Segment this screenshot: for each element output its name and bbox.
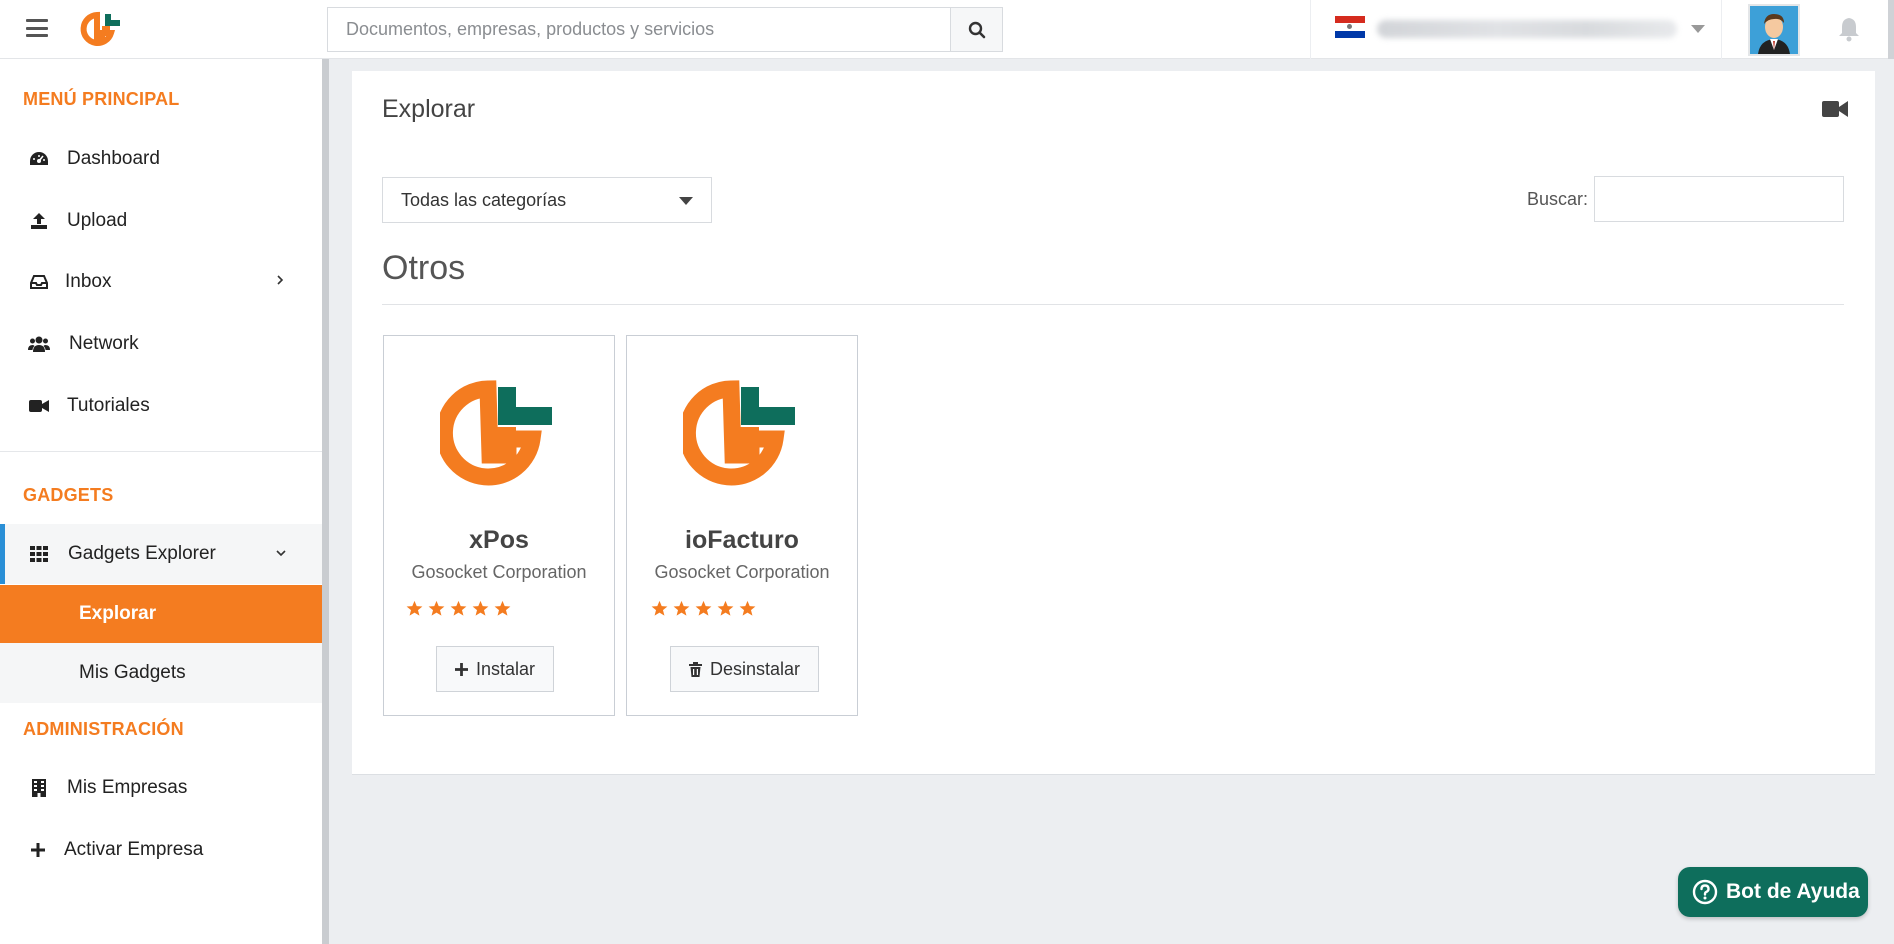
chevron-down-icon xyxy=(275,545,287,563)
paraguay-flag-icon xyxy=(1335,16,1365,38)
star-icon xyxy=(673,600,690,616)
chevron-right-icon xyxy=(275,273,285,291)
help-bot-label: Bot de Ayuda xyxy=(1726,880,1860,903)
sidebar: MENÚ PRINCIPAL Dashboard Upload Inbox Ne… xyxy=(0,59,322,944)
sidebar-item-label: Explorar xyxy=(79,603,157,624)
company-selector[interactable] xyxy=(1310,0,1722,59)
rating-stars xyxy=(651,600,756,617)
star-icon xyxy=(651,600,668,616)
star-icon xyxy=(494,600,511,616)
gadget-name: xPos xyxy=(469,526,529,554)
sidebar-item-label: Dashboard xyxy=(67,148,160,169)
sidebar-item-label: Tutoriales xyxy=(67,395,150,416)
install-button-label: Instalar xyxy=(476,658,536,679)
section-heading: Otros xyxy=(382,249,466,287)
section-title-gadgets: GADGETS xyxy=(23,485,114,505)
caret-down-icon xyxy=(1691,25,1705,33)
upload-icon xyxy=(28,211,50,231)
hamburger-menu-icon[interactable] xyxy=(26,19,48,37)
company-name-blurred xyxy=(1377,20,1677,38)
page-scrollbar[interactable] xyxy=(1888,0,1894,59)
video-camera-icon xyxy=(28,396,50,416)
category-select-value: Todas las categorías xyxy=(401,190,567,210)
sidebar-item-activar-empresa[interactable]: Activar Empresa xyxy=(0,824,322,876)
caret-down-icon xyxy=(679,197,693,205)
sidebar-item-dashboard[interactable]: Dashboard xyxy=(0,133,322,185)
star-icon xyxy=(739,600,756,616)
sidebar-item-label: Mis Gadgets xyxy=(79,662,186,683)
video-camera-icon[interactable] xyxy=(1822,99,1848,119)
search-label: Buscar: xyxy=(1527,189,1589,209)
help-bot-button[interactable]: Bot de Ayuda xyxy=(1678,867,1868,917)
sidebar-subitem-mis-gadgets[interactable]: Mis Gadgets xyxy=(0,643,322,703)
gosocket-logo xyxy=(440,380,552,486)
plus-icon xyxy=(27,840,49,860)
plus-icon xyxy=(455,662,468,676)
search-button[interactable] xyxy=(950,8,1002,51)
star-icon xyxy=(717,600,734,616)
section-title-main-menu: MENÚ PRINCIPAL xyxy=(23,89,180,109)
section-title-administracion: ADMINISTRACIÓN xyxy=(23,719,184,739)
search-icon xyxy=(968,21,985,38)
uninstall-button[interactable]: Desinstalar xyxy=(670,646,820,692)
trash-icon xyxy=(689,661,702,677)
top-bar xyxy=(0,0,1894,59)
gadget-search-input[interactable] xyxy=(1594,176,1844,222)
dashboard-gauge-icon xyxy=(28,149,50,169)
sidebar-item-label: Upload xyxy=(67,210,128,231)
grid-icon xyxy=(28,544,50,564)
users-group-icon xyxy=(28,334,50,354)
sidebar-item-label: Inbox xyxy=(65,271,112,292)
sidebar-item-upload[interactable]: Upload xyxy=(0,195,322,247)
gadget-vendor: Gosocket Corporation xyxy=(411,562,587,582)
star-icon xyxy=(472,600,489,616)
section-divider xyxy=(382,304,1844,305)
inbox-icon xyxy=(28,272,50,292)
rating-stars xyxy=(406,600,511,617)
explore-panel: Explorar Todas las categorías Buscar: Ot… xyxy=(352,71,1875,775)
sidebar-item-mis-empresas[interactable]: Mis Empresas xyxy=(0,762,322,814)
sidebar-item-inbox[interactable]: Inbox xyxy=(0,256,322,308)
category-select[interactable]: Todas las categorías xyxy=(382,177,712,223)
gadget-vendor: Gosocket Corporation xyxy=(654,562,830,582)
sidebar-scrollbar[interactable] xyxy=(322,59,329,944)
question-circle-icon xyxy=(1692,879,1718,905)
sidebar-item-network[interactable]: Network xyxy=(0,318,322,370)
star-icon xyxy=(406,600,423,616)
star-icon xyxy=(695,600,712,616)
global-search xyxy=(327,7,1003,52)
gadget-name: ioFacturo xyxy=(685,526,799,554)
sidebar-item-label: Mis Empresas xyxy=(67,777,188,798)
gosocket-logo xyxy=(683,380,795,486)
star-icon xyxy=(428,600,445,616)
install-button[interactable]: Instalar xyxy=(436,646,555,692)
sidebar-item-label: Network xyxy=(69,333,139,354)
gadget-card-xpos[interactable]: xPos Gosocket Corporation Instalar xyxy=(383,335,615,716)
sidebar-item-tutoriales[interactable]: Tutoriales xyxy=(0,380,322,432)
user-avatar[interactable] xyxy=(1748,4,1800,56)
uninstall-button-label: Desinstalar xyxy=(710,658,801,679)
bell-notification-icon[interactable] xyxy=(1836,16,1862,42)
gosocket-logo[interactable] xyxy=(78,11,124,47)
search-input[interactable] xyxy=(328,8,950,51)
sidebar-item-gadgets-explorer[interactable]: Gadgets Explorer xyxy=(0,524,322,584)
sidebar-divider xyxy=(0,451,322,452)
sidebar-item-label: Activar Empresa xyxy=(64,839,204,860)
page-title: Explorar xyxy=(382,95,476,123)
sidebar-subitem-explorar[interactable]: Explorar xyxy=(0,585,322,643)
building-icon xyxy=(28,778,50,798)
gadget-card-iofacturo[interactable]: ioFacturo Gosocket Corporation Desinstal… xyxy=(626,335,858,716)
sidebar-item-label: Gadgets Explorer xyxy=(68,543,216,564)
star-icon xyxy=(450,600,467,616)
